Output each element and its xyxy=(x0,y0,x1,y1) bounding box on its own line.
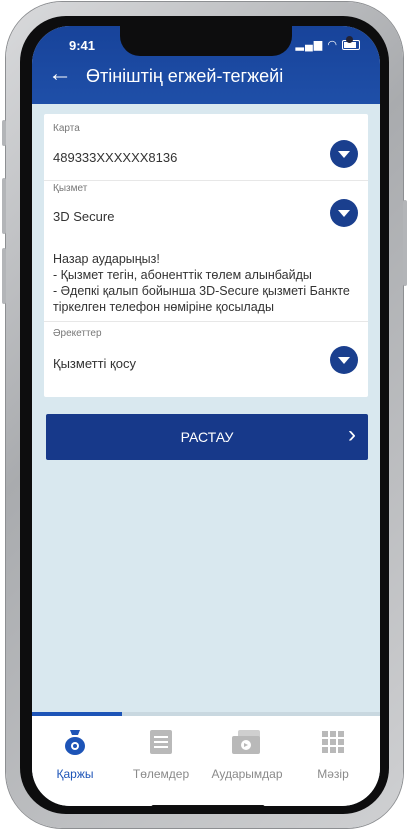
power-button xyxy=(403,200,407,286)
tab-payments[interactable]: Төлемдер xyxy=(118,728,204,781)
chevron-down-icon[interactable] xyxy=(330,346,358,374)
page-title: Өтініштің егжей-тегжейі xyxy=(86,66,284,86)
notch xyxy=(120,26,353,56)
volume-down-button xyxy=(2,248,6,304)
tab-menu[interactable]: Мәзір xyxy=(290,728,376,781)
notice-line: - Әдепкі қалып бойынша 3D-Secure қызметі… xyxy=(53,284,350,298)
card-label: Карта xyxy=(53,123,80,134)
menu-grid-icon xyxy=(320,731,346,760)
tab-finance[interactable]: Қаржы xyxy=(32,728,118,781)
service-notice: Назар аударыңыз! - Қызмет тегін, абонент… xyxy=(53,251,365,315)
card-value: 489333XXXXXX8136 xyxy=(53,150,178,165)
tab-bar: Қаржы Төлемдер Аударымдар Мәзір xyxy=(32,716,380,806)
chevron-down-icon[interactable] xyxy=(330,140,358,168)
action-label: Әрекеттер xyxy=(53,328,102,339)
tab-transfers[interactable]: Аударымдар xyxy=(204,728,290,781)
camera xyxy=(346,36,353,43)
service-label: Қызмет xyxy=(53,183,88,194)
phone-frame: 9:41 ▂▄▆ ◠ ← Өтініштің егжей-тегжейі Кар… xyxy=(2,2,407,828)
money-bag-icon xyxy=(62,730,88,760)
action-value: Қызметті қосу xyxy=(53,356,136,371)
service-value: 3D Secure xyxy=(53,209,115,224)
volume-up-button xyxy=(2,178,6,234)
status-time: 9:41 xyxy=(69,38,96,53)
tab-label: Төлемдер xyxy=(132,767,190,781)
confirm-button-label: РАСТАУ xyxy=(180,429,234,445)
chevron-right-icon: › xyxy=(348,421,356,448)
confirm-button[interactable]: РАСТАУ › xyxy=(46,414,368,460)
mute-switch xyxy=(2,120,6,146)
screen: 9:41 ▂▄▆ ◠ ← Өтініштің егжей-тегжейі Кар… xyxy=(32,26,380,806)
tab-label: Қаржы xyxy=(56,767,94,781)
signal-icon: ▂▄▆ xyxy=(295,39,324,51)
tab-label: Аударымдар xyxy=(211,767,283,781)
wifi-icon: ◠ xyxy=(327,39,338,51)
notice-line: - Қызмет тегін, абоненттік төлем алынбай… xyxy=(53,268,312,282)
notice-line: тіркелген телефон нөміріне қосылады xyxy=(53,300,274,314)
back-arrow-icon[interactable]: ← xyxy=(48,62,72,86)
payments-list-icon xyxy=(148,730,174,760)
notice-line: Назар аударыңыз! xyxy=(53,252,160,266)
chevron-down-icon[interactable] xyxy=(330,199,358,227)
home-indicator xyxy=(151,805,265,806)
card-select[interactable]: Карта 489333XXXXXX8136 xyxy=(44,114,368,181)
action-select[interactable]: Әрекеттер Қызметті қосу xyxy=(44,321,368,398)
transfer-card-icon xyxy=(230,730,264,760)
tab-label: Мәзір xyxy=(317,767,349,781)
form-card: Карта 489333XXXXXX8136 Қызмет 3D Secure … xyxy=(44,114,368,397)
